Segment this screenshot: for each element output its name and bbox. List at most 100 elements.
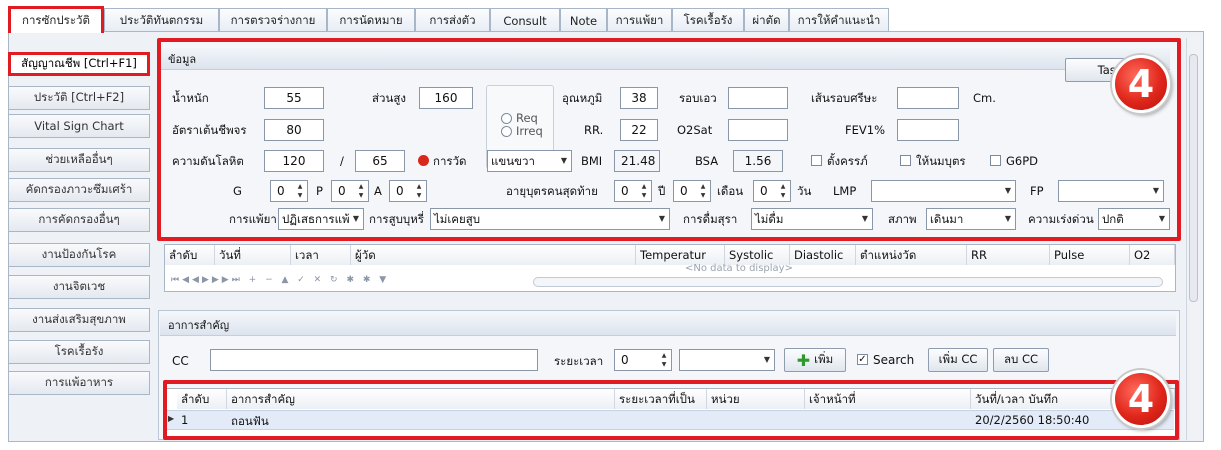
sidebar-item-history[interactable]: ประวัติ [Ctrl+F2] [8, 86, 150, 110]
stepper-arrows-icon[interactable]: ▲ ▼ [356, 182, 366, 200]
bsa-label: BSA [695, 154, 719, 168]
pulse-label: อัตราเต้นชีพจร [172, 123, 247, 137]
sidebar-item-chronic[interactable]: โรคเรื้อรัง [8, 340, 150, 364]
tab-drug-allergy[interactable]: การแพ้ยา [607, 8, 672, 32]
scrollbar-thumb[interactable] [1189, 54, 1198, 302]
symptom-col-header[interactable]: หน่วย [707, 389, 805, 409]
smoking-select[interactable]: ไม่เคยสูบ ▼ [430, 208, 670, 230]
vitals-col-header[interactable]: วันที่ [215, 245, 291, 265]
vitals-col-header[interactable]: RR [967, 245, 1050, 265]
head-circ-field[interactable] [897, 87, 959, 109]
stepper-arrows-icon[interactable]: ▲ ▼ [295, 182, 305, 200]
horizontal-scrollbar[interactable] [533, 277, 1163, 287]
add-cc-button[interactable]: เพิ่ม CC [928, 348, 988, 372]
req-radio[interactable] [501, 113, 512, 124]
weight-field[interactable]: 55 [264, 87, 324, 109]
fev1-field[interactable] [897, 119, 959, 141]
cc-label: CC [172, 354, 189, 368]
rr-field[interactable]: 22 [620, 119, 658, 141]
year-stepper[interactable]: 0 ▲ ▼ [614, 180, 652, 202]
measure-button[interactable]: การวัด [433, 150, 467, 172]
day-stepper[interactable]: 0 ▲ ▼ [753, 180, 791, 202]
stepper-arrows-icon[interactable]: ▲ ▼ [778, 182, 788, 200]
symptoms-grid: ลำดับ อาการสำคัญ ระยะเวลาที่เป็น หน่วย เ… [164, 388, 1176, 440]
tab-consult[interactable]: Consult [490, 8, 560, 32]
height-field[interactable]: 160 [419, 87, 473, 109]
vitals-col-header[interactable]: Temperatur [636, 245, 725, 265]
duration-stepper[interactable]: 0 ▲ ▼ [614, 349, 672, 371]
urgency-select[interactable]: ปกติ ▼ [1098, 208, 1170, 230]
stepper-arrows-icon[interactable]: ▲ ▼ [698, 182, 708, 200]
bmi-field: 21.48 [614, 150, 660, 172]
lmp-select[interactable]: ▼ [871, 180, 1016, 202]
tab-note[interactable]: Note [560, 8, 607, 32]
vitals-col-header[interactable]: ตำแหน่งวัด [856, 245, 967, 265]
vitals-col-header[interactable]: ลำดับ [165, 245, 215, 265]
g-stepper[interactable]: 0 ▲ ▼ [270, 180, 308, 202]
sidebar-item-screening[interactable]: การคัดกรองอื่นๆ [8, 208, 150, 232]
tab-dental-history[interactable]: ประวัติทันตกรรม [104, 8, 219, 32]
o2sat-label: O2Sat [677, 123, 713, 137]
arm-select[interactable]: แขนขวา ▼ [487, 150, 572, 172]
chevron-down-icon: ▼ [560, 156, 567, 165]
record-navigator[interactable]: ⏮◀◀▶▶▶⏭ + − ▲ ✓ ✕ ↻ ✱ ✱ ▼ [171, 275, 389, 285]
add-symptom-button[interactable]: ✚ เพิ่ม [784, 348, 846, 372]
waist-field[interactable] [728, 87, 788, 109]
p-stepper[interactable]: 0 ▲ ▼ [331, 180, 369, 202]
bp-diastolic-field[interactable]: 65 [355, 150, 405, 172]
vitals-col-header[interactable]: Diastolic [790, 245, 856, 265]
sidebar-item-vital-chart[interactable]: Vital Sign Chart [8, 114, 150, 138]
g6pd-checkbox[interactable] [990, 155, 1001, 166]
month-stepper[interactable]: 0 ▲ ▼ [673, 180, 711, 202]
a-stepper[interactable]: 0 ▲ ▼ [389, 180, 427, 202]
sidebar-item-psychiatry[interactable]: งานจิตเวช [8, 275, 150, 299]
vitals-col-header[interactable]: Systolic [725, 245, 790, 265]
breastfeed-checkbox[interactable] [900, 155, 911, 166]
symptom-col-header[interactable]: อาการสำคัญ [227, 389, 615, 409]
sidebar-item-health-promotion[interactable]: งานส่งเสริมสุขภาพ [8, 308, 150, 332]
vitals-col-header[interactable]: เวลา [291, 245, 351, 265]
sidebar-item-food-allergy[interactable]: การแพ้อาหาร [8, 371, 150, 395]
tab-chronic[interactable]: โรคเรื้อรัง [672, 8, 744, 32]
tab-history[interactable]: การซักประวัติ [8, 6, 104, 33]
stepper-arrows-icon[interactable]: ▲ ▼ [659, 351, 669, 369]
stepper-arrows-icon[interactable]: ▲ ▼ [414, 182, 424, 200]
tab-appointment[interactable]: การนัดหมาย [327, 8, 415, 32]
unit-select[interactable]: ▼ [679, 349, 775, 371]
duration-label: ระยะเวลา [554, 354, 604, 368]
arm-select-value: แขนขวา [491, 154, 535, 168]
drinking-select[interactable]: ไม่ดื่ม ▼ [751, 208, 873, 230]
fp-label: FP [1030, 184, 1044, 198]
lmp-label: LMP [833, 184, 857, 198]
tab-physical-exam[interactable]: การตรวจร่างกาย [219, 8, 327, 32]
sidebar-item-prevention[interactable]: งานป้องกันโรค [8, 243, 150, 267]
drug-allergy-select[interactable]: ปฏิเสธการแพ้ ▼ [278, 208, 364, 230]
temp-field[interactable]: 38 [620, 87, 658, 109]
status-select[interactable]: เดินมา ▼ [926, 208, 1016, 230]
irreq-radio[interactable] [501, 126, 512, 137]
vertical-scrollbar[interactable] [1186, 38, 1200, 440]
sidebar-item-vital-signs[interactable]: สัญญาณชีพ [Ctrl+F1] [8, 52, 150, 76]
symptom-col-header[interactable]: เจ้าหน้าที่ [805, 389, 971, 409]
o2sat-field[interactable] [728, 119, 788, 141]
stepper-arrows-icon[interactable]: ▲ ▼ [639, 182, 649, 200]
cc-field[interactable] [210, 349, 538, 371]
fp-select[interactable]: ▼ [1058, 180, 1164, 202]
delete-cc-button[interactable]: ลบ CC [993, 348, 1049, 372]
pregnant-checkbox[interactable] [811, 155, 822, 166]
tab-referral[interactable]: การส่งตัว [415, 8, 490, 32]
sidebar-item-depression[interactable]: คัดกรองภาวะซึมเศร้า [8, 178, 150, 202]
tab-advice[interactable]: การให้คำแนะนำ [789, 8, 889, 32]
table-row[interactable]: ▶ 1 ถอนฟัน 20/2/2560 18:50:40 [166, 410, 1174, 430]
tab-surgery[interactable]: ผ่าตัด [744, 8, 789, 32]
search-checkbox[interactable]: ✓ [857, 354, 868, 365]
pulse-field[interactable]: 80 [264, 119, 324, 141]
vitals-col-header[interactable]: O2 [1130, 245, 1175, 265]
bp-systolic-field[interactable]: 120 [264, 150, 324, 172]
symptom-col-header[interactable]: ลำดับ [177, 389, 227, 409]
symptom-col-header[interactable]: ระยะเวลาที่เป็น [615, 389, 707, 409]
vitals-col-header[interactable]: ผู้วัด [351, 245, 636, 265]
rr-label: RR. [584, 123, 604, 137]
vitals-col-header[interactable]: Pulse [1050, 245, 1130, 265]
sidebar-item-other-help[interactable]: ช่วยเหลืออื่นๆ [8, 148, 150, 172]
